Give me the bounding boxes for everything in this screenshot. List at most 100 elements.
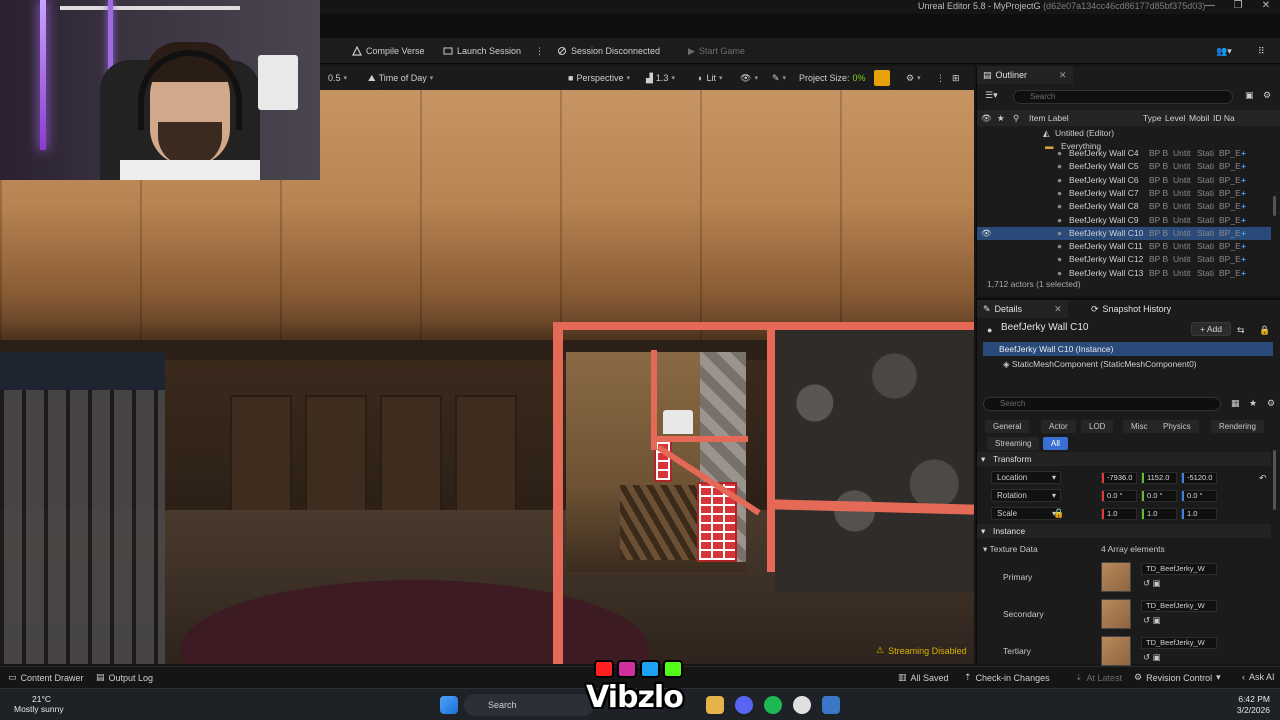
details-scrollbar[interactable]	[1273, 450, 1276, 510]
texture-asset-dropdown[interactable]: TD_BeefJerky_W	[1141, 637, 1217, 649]
location-z[interactable]: -5120.0	[1181, 472, 1217, 484]
component-row[interactable]: ◈ StaticMeshComponent (StaticMeshCompone…	[1003, 359, 1197, 370]
filter-rendering[interactable]: Rendering	[1211, 420, 1264, 433]
transform-dropdown[interactable]: ✎ ▾	[772, 71, 786, 85]
instance-row[interactable]: BeefJerky Wall C10 (Instance)	[983, 342, 1273, 356]
show-dropdown[interactable]: 👁 ▾	[740, 71, 758, 85]
outliner-row[interactable]: ● BeefJerky Wall C8 BP B Untit Stati BP_E +	[977, 200, 1271, 213]
add-icon[interactable]: +	[1241, 201, 1246, 211]
viewport-settings-icon[interactable]: ⚙ ▾	[906, 71, 921, 85]
outliner-row[interactable]: ● BeefJerky Wall C4 BP B Untit Stati BP_E +	[977, 147, 1271, 160]
rotation-x[interactable]: 0.0 °	[1101, 490, 1137, 502]
minimize-button[interactable]: —	[1198, 0, 1222, 11]
details-settings-icon[interactable]: ⚙	[1267, 396, 1275, 410]
add-folder-icon[interactable]: ▣	[1245, 88, 1254, 102]
maximize-button[interactable]: ❐	[1226, 0, 1250, 11]
unreal-editor-icon[interactable]	[822, 696, 840, 714]
settings-grip-icon[interactable]: ⠿	[1258, 44, 1265, 58]
outliner-filter-icon[interactable]: ☰▾	[985, 88, 998, 102]
content-drawer-button[interactable]: ▭ Content Drawer	[8, 672, 84, 683]
session-status[interactable]: Session Disconnected	[557, 44, 660, 58]
outliner-row[interactable]: ● BeefJerky Wall C5 BP B Untit Stati BP_E +	[977, 160, 1271, 173]
col-id[interactable]: ID Na	[1213, 113, 1235, 123]
texture-asset-dropdown[interactable]: TD_BeefJerky_W	[1141, 600, 1217, 612]
blueprint-icon[interactable]: ⇆	[1237, 323, 1245, 337]
camera-speed-dropdown[interactable]: 0.5 ▾	[328, 71, 347, 85]
outliner-search-input[interactable]: Search	[1013, 90, 1233, 104]
lit-dropdown[interactable]: ◐ Lit ▾	[698, 71, 722, 85]
outliner-row[interactable]: ● BeefJerky Wall C6 BP B Untit Stati BP_E +	[977, 174, 1271, 187]
texture-data-row[interactable]: ▾ Texture Data	[983, 544, 1038, 555]
ask-ai-button[interactable]: ‹ Ask AI	[1242, 672, 1275, 682]
outliner-row[interactable]: ● BeefJerky Wall C13 BP B Untit Stati BP_E +	[977, 267, 1271, 280]
texture-browse-icon[interactable]: ↺ ▣	[1143, 652, 1161, 663]
rotation-dropdown[interactable]: Rotation ▾	[991, 489, 1061, 502]
fov-dropdown[interactable]: ▟ 1.3 ▾	[646, 71, 675, 85]
filter-streaming[interactable]: Streaming	[987, 437, 1040, 450]
add-icon[interactable]: +	[1241, 175, 1246, 185]
table-view-icon[interactable]: ▦	[1231, 396, 1240, 410]
revision-control-button[interactable]: ⚙ Revision Control ▾	[1134, 672, 1221, 683]
taskbar-search[interactable]: Search	[464, 694, 594, 716]
add-icon[interactable]: +	[1241, 215, 1246, 225]
start-game-button[interactable]: ▶ Start Game	[688, 44, 745, 58]
transform-section[interactable]: ▾ Transform	[977, 452, 1271, 466]
scale-z[interactable]: 1.0	[1181, 508, 1217, 520]
favorite-icon[interactable]: ★	[1249, 396, 1257, 410]
add-icon[interactable]: +	[1241, 148, 1246, 158]
scale-y[interactable]: 1.0	[1141, 508, 1177, 520]
location-y[interactable]: 1152.0	[1141, 472, 1177, 484]
outliner-settings-icon[interactable]: ⚙	[1263, 88, 1271, 102]
file-explorer-icon[interactable]	[706, 696, 724, 714]
add-component-button[interactable]: + Add	[1191, 322, 1231, 336]
github-icon[interactable]	[793, 696, 811, 714]
visibility-icon[interactable]: 👁	[981, 228, 992, 239]
filter-general[interactable]: General	[985, 420, 1030, 433]
spotify-icon[interactable]	[764, 696, 782, 714]
tab-outliner[interactable]: ▤ Outliner ✕	[977, 66, 1073, 84]
check-in-button[interactable]: ⇡ Check-in Changes	[964, 672, 1050, 683]
add-icon[interactable]: +	[1241, 161, 1246, 171]
outliner-scrollbar[interactable]	[1273, 196, 1276, 216]
col-item-label[interactable]: Item Label	[1029, 113, 1069, 123]
more-options-icon[interactable]: ⋮	[535, 44, 544, 58]
compile-verse-button[interactable]: Compile Verse	[352, 44, 425, 58]
rotation-z[interactable]: 0.0 °	[1181, 490, 1217, 502]
close-button[interactable]: ✕	[1254, 0, 1278, 11]
add-icon[interactable]: +	[1241, 254, 1246, 264]
launch-session-button[interactable]: Launch Session	[443, 44, 521, 58]
viewport-layout-icon[interactable]: ⊞	[952, 71, 960, 85]
outliner-row[interactable]: ● BeefJerky Wall C11 BP B Untit Stati BP_E +	[977, 240, 1271, 253]
tab-details[interactable]: ✎ Details ✕	[977, 300, 1068, 318]
users-icon[interactable]: 👥▾	[1216, 44, 1232, 58]
clock[interactable]: 6:42 PM 3/2/2026	[1224, 694, 1270, 716]
texture-browse-icon[interactable]: ↺ ▣	[1143, 578, 1161, 589]
col-type[interactable]: Type	[1143, 113, 1161, 123]
add-icon[interactable]: +	[1241, 228, 1246, 238]
rotation-y[interactable]: 0.0 °	[1141, 490, 1177, 502]
filter-lod[interactable]: LOD	[1081, 420, 1114, 433]
outliner-row[interactable]: ● BeefJerky Wall C12 BP B Untit Stati BP_E +	[977, 253, 1271, 266]
location-dropdown[interactable]: Location ▾	[991, 471, 1061, 484]
texture-thumbnail[interactable]	[1101, 562, 1131, 592]
filter-misc[interactable]: Misc	[1123, 420, 1156, 433]
instance-section[interactable]: ▾ Instance	[977, 524, 1271, 538]
lock-icon[interactable]: 🔒	[1259, 323, 1270, 337]
outliner-row[interactable]: ● BeefJerky Wall C9 BP B Untit Stati BP_E +	[977, 214, 1271, 227]
start-icon[interactable]	[440, 696, 458, 714]
discord-icon[interactable]	[735, 696, 753, 714]
texture-asset-dropdown[interactable]: TD_BeefJerky_W	[1141, 563, 1217, 575]
add-icon[interactable]: +	[1241, 268, 1246, 278]
viewport-options-icon[interactable]: ⋮	[936, 71, 945, 85]
tab-snapshot-history[interactable]: ⟳ Snapshot History	[1085, 300, 1177, 318]
filter-all[interactable]: All	[1043, 437, 1068, 450]
filter-physics[interactable]: Physics	[1155, 420, 1199, 433]
col-level[interactable]: Level	[1165, 113, 1185, 123]
texture-browse-icon[interactable]: ↺ ▣	[1143, 615, 1161, 626]
location-x[interactable]: -7936.0	[1101, 472, 1137, 484]
tree-root[interactable]: ◭ Untitled (Editor)	[977, 127, 1271, 140]
all-saved-button[interactable]: ▥ All Saved	[898, 672, 949, 683]
perspective-dropdown[interactable]: ■ Perspective ▾	[568, 71, 630, 85]
outliner-row[interactable]: ● BeefJerky Wall C7 BP B Untit Stati BP_E +	[977, 187, 1271, 200]
add-icon[interactable]: +	[1241, 241, 1246, 251]
